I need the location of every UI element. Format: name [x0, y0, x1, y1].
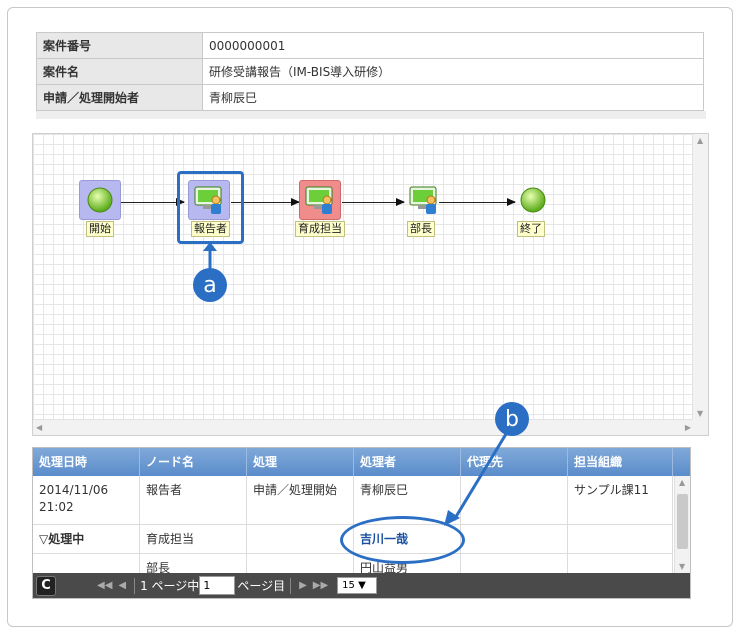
- per-page-select[interactable]: 15 ▼: [337, 577, 378, 594]
- end-node-icon: [520, 187, 546, 213]
- col-header-date[interactable]: 処理日時: [33, 448, 140, 476]
- col-header-action[interactable]: 処理: [247, 448, 354, 476]
- case-name-label: 案件名: [36, 58, 203, 85]
- row1-date: 2014/11/06 21:02: [33, 476, 140, 524]
- page-count-label: 1 ページ中: [140, 579, 200, 593]
- grid-scroll-up-icon[interactable]: ▲: [679, 478, 685, 487]
- scroll-up-icon[interactable]: ▲: [697, 136, 703, 145]
- case-number-value: 0000000001: [202, 32, 704, 59]
- flow-node-trainer-label: 育成担当: [295, 221, 345, 237]
- current-node-highlight: [177, 171, 244, 244]
- flow-diagram-canvas[interactable]: 開始 報告者 育成担当 部長 終了 a ▲ ▼ ◀ ▶: [32, 133, 709, 436]
- case-number-label: 案件番号: [36, 32, 203, 59]
- page-number-input[interactable]: 1: [199, 576, 236, 595]
- pager-bar: C ◀◀ ◀ 1 ページ中 1 ページ目 ▶ ▶▶ 15 ▼: [33, 573, 690, 598]
- row1-node: 報告者: [140, 476, 247, 524]
- col-header-node[interactable]: ノード名: [140, 448, 247, 476]
- applicant-value: 青柳辰巳: [202, 84, 704, 111]
- prev-page-icon[interactable]: ◀: [118, 580, 126, 591]
- row1-action: 申請／処理開始: [247, 476, 354, 524]
- page-suffix-label: ページ目: [237, 579, 286, 593]
- table-row: 2014/11/06 21:02 報告者 申請／処理開始 青柳辰巳 サンプル課1…: [33, 476, 673, 525]
- flow-node-manager-label: 部長: [407, 221, 435, 237]
- col-header-org[interactable]: 担当組織: [568, 448, 673, 476]
- edge-start-reporter: [121, 198, 185, 206]
- case-info-table: 案件番号 0000000001 案件名 研修受講報告（IM-BIS導入研修） 申…: [36, 32, 704, 111]
- scrollbar-corner: [692, 419, 708, 435]
- callout-b: b: [495, 402, 529, 436]
- flow-node-end[interactable]: [512, 180, 554, 222]
- callout-a: a: [193, 268, 227, 302]
- next-page-icon[interactable]: ▶: [299, 580, 307, 591]
- flow-node-manager[interactable]: [403, 180, 445, 222]
- flow-node-start[interactable]: [79, 180, 121, 222]
- callout-b-arrow: [444, 433, 508, 526]
- header-spacer: [673, 448, 690, 476]
- history-grid-header: 処理日時 ノード名 処理 処理者 代理先 担当組織: [33, 448, 690, 476]
- last-page-icon[interactable]: ▶▶: [313, 580, 328, 591]
- row1-org: サンプル課11: [568, 476, 673, 524]
- refresh-icon[interactable]: C: [36, 575, 56, 596]
- edge-trainer-manager: [342, 198, 405, 206]
- canvas-vertical-scrollbar[interactable]: ▲ ▼: [692, 134, 708, 420]
- grid-scroll-thumb[interactable]: [677, 494, 688, 549]
- applicant-row: 申請／処理開始者 青柳辰巳: [36, 84, 704, 111]
- user-task-icon: [409, 186, 437, 214]
- row2-action: [247, 525, 354, 553]
- first-page-icon[interactable]: ◀◀: [97, 580, 112, 591]
- scroll-right-icon[interactable]: ▶: [685, 423, 691, 432]
- scroll-left-icon[interactable]: ◀: [36, 423, 42, 432]
- pager-separator: [290, 577, 292, 594]
- start-node-icon: [87, 187, 113, 213]
- case-name-row: 案件名 研修受講報告（IM-BIS導入研修）: [36, 58, 704, 85]
- info-divider: [36, 111, 706, 119]
- canvas-horizontal-scrollbar[interactable]: ◀ ▶: [33, 419, 694, 435]
- case-name-value: 研修受講報告（IM-BIS導入研修）: [202, 58, 704, 85]
- case-number-row: 案件番号 0000000001: [36, 32, 704, 59]
- grid-scroll-down-icon[interactable]: ▼: [679, 562, 685, 571]
- flow-node-trainer[interactable]: [299, 180, 341, 222]
- row2-status: ▽処理中: [33, 525, 140, 553]
- user-task-icon: [305, 186, 333, 214]
- flow-node-end-label: 終了: [517, 221, 545, 237]
- row2-node: 育成担当: [140, 525, 247, 553]
- applicant-label: 申請／処理開始者: [36, 84, 203, 111]
- row2-org: [568, 525, 673, 553]
- pager-separator: [134, 577, 136, 594]
- grid-vertical-scrollbar[interactable]: ▲ ▼: [674, 476, 690, 573]
- flow-node-start-label: 開始: [86, 221, 114, 237]
- scroll-down-icon[interactable]: ▼: [697, 409, 703, 418]
- edge-manager-end: [439, 198, 516, 206]
